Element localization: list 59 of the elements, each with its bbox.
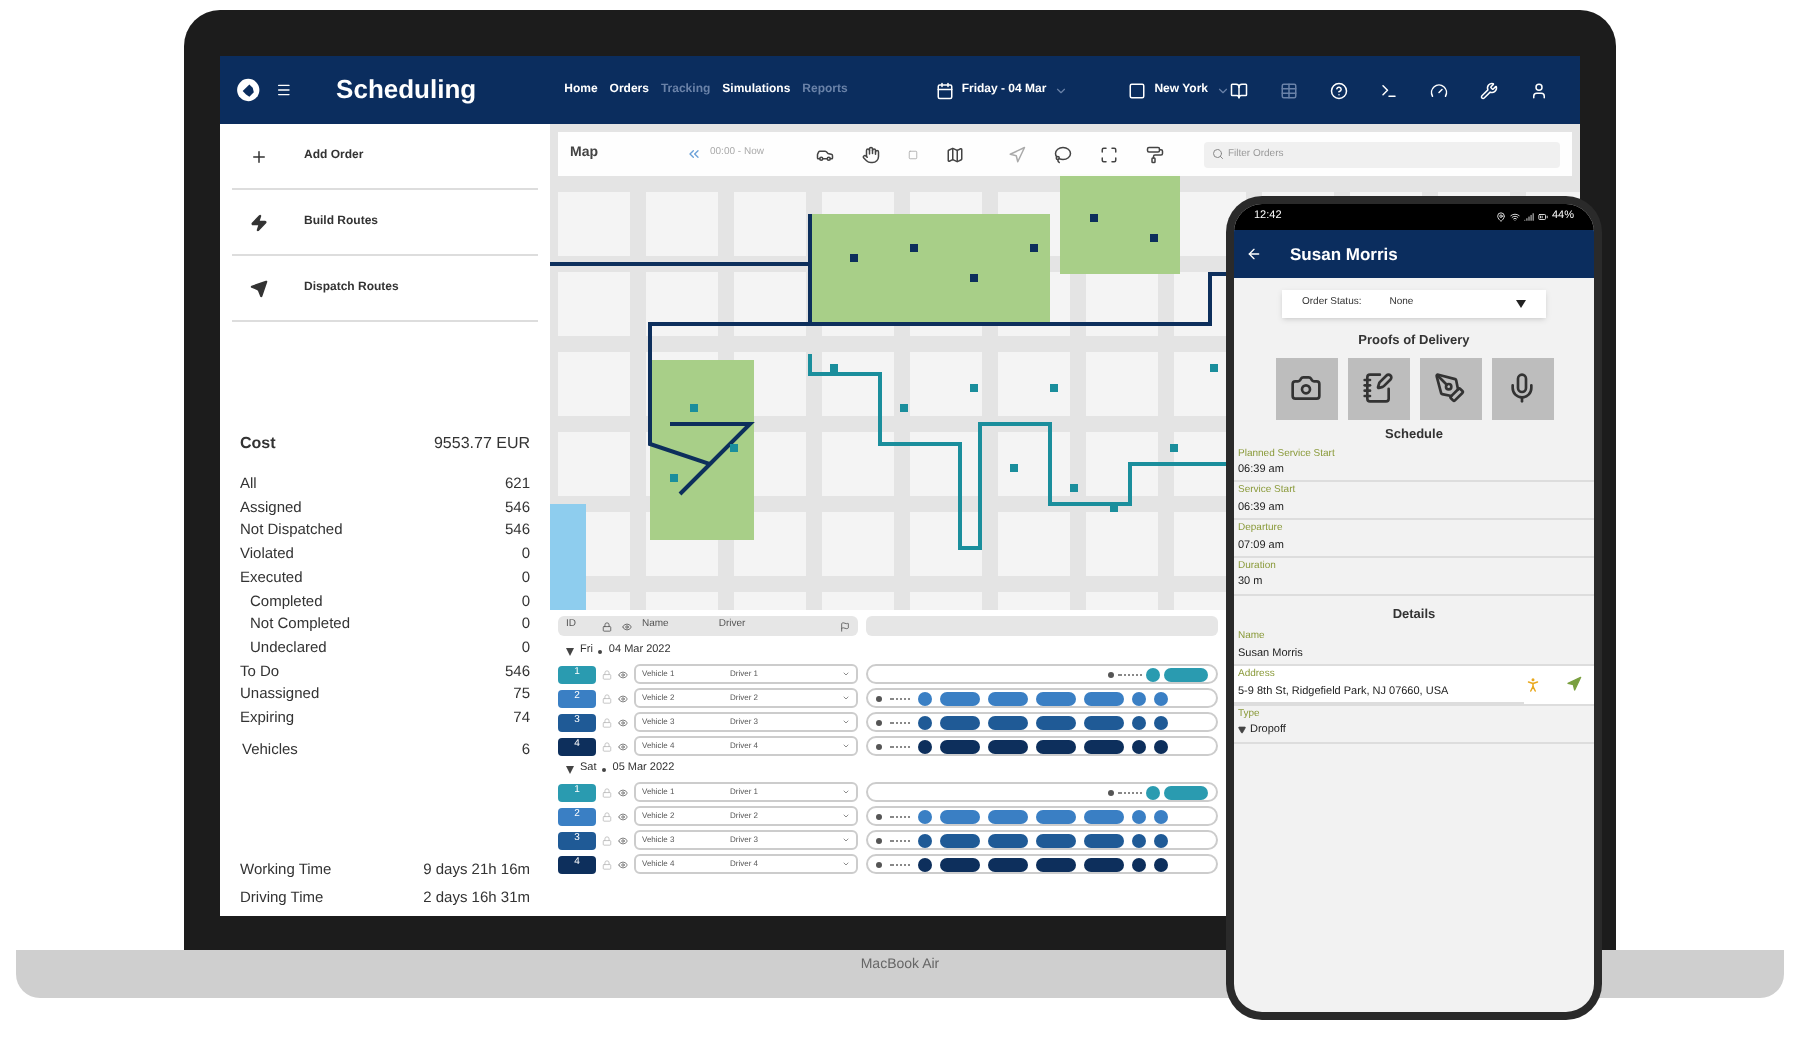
wrench-icon[interactable] [1480,81,1498,99]
wifi-icon [1509,212,1520,222]
hand-icon[interactable] [861,145,880,163]
route-timeline[interactable] [866,712,1218,732]
map-icon[interactable] [945,145,964,163]
gauge-icon[interactable] [1430,81,1448,99]
help-icon[interactable] [1330,81,1348,99]
expand-icon[interactable] [1099,145,1118,163]
chevron-down-icon [1054,83,1069,97]
eye-icon[interactable] [618,835,628,845]
app-title: Scheduling [336,72,477,109]
route-timeline[interactable] [866,854,1218,874]
eye-icon [622,621,632,631]
contact-name-title: Susan Morris [1290,241,1398,267]
notepad-icon [1362,372,1394,405]
route-timeline[interactable] [866,830,1218,850]
chevron-down-icon [1216,83,1230,97]
pen-icon [1434,372,1466,405]
eye-icon[interactable] [618,741,628,751]
microphone-icon [1506,372,1538,405]
lightning-icon [250,213,268,231]
route-timeline[interactable] [866,736,1218,756]
cost-value: 9553.77 EUR [433,432,530,457]
caret-down-icon [1238,726,1246,735]
cost-label: Cost [240,432,276,457]
flag-icon [840,621,850,631]
table-icon[interactable] [1280,81,1298,99]
proof-tile[interactable] [1491,357,1553,420]
proof-tile[interactable] [1275,357,1337,420]
rewind-icon[interactable] [686,146,702,162]
search-icon [1211,148,1224,160]
eye-icon[interactable] [618,669,628,679]
proof-tile[interactable] [1347,357,1409,420]
battery-icon [1537,212,1548,222]
eye-icon[interactable] [618,811,628,821]
signal-icon [1523,212,1534,222]
location-icon [1495,212,1506,222]
lasso-icon[interactable] [1053,145,1072,163]
paper-plane-icon [250,279,268,297]
plus-icon [250,147,268,165]
book-icon[interactable] [1230,81,1248,99]
user-icon[interactable] [1530,81,1548,99]
proof-tile[interactable] [1419,357,1481,420]
car-icon[interactable] [815,145,834,163]
navigation-icon[interactable] [1566,676,1582,693]
eye-icon[interactable] [618,693,628,703]
terminal-icon[interactable] [1380,81,1398,99]
back-arrow-icon[interactable] [1246,246,1262,262]
eye-icon[interactable] [618,859,628,869]
eye-icon[interactable] [618,717,628,727]
calendar-icon [935,81,954,99]
navigation-icon[interactable] [1007,145,1026,163]
paint-roller-icon[interactable] [1145,145,1164,163]
caret-down-icon[interactable] [566,765,574,773]
eye-icon[interactable] [618,787,628,797]
dropdown-caret-icon [1516,300,1526,308]
caret-down-icon[interactable] [566,647,574,655]
lock-icon [602,621,612,631]
camera-icon [1290,372,1322,405]
